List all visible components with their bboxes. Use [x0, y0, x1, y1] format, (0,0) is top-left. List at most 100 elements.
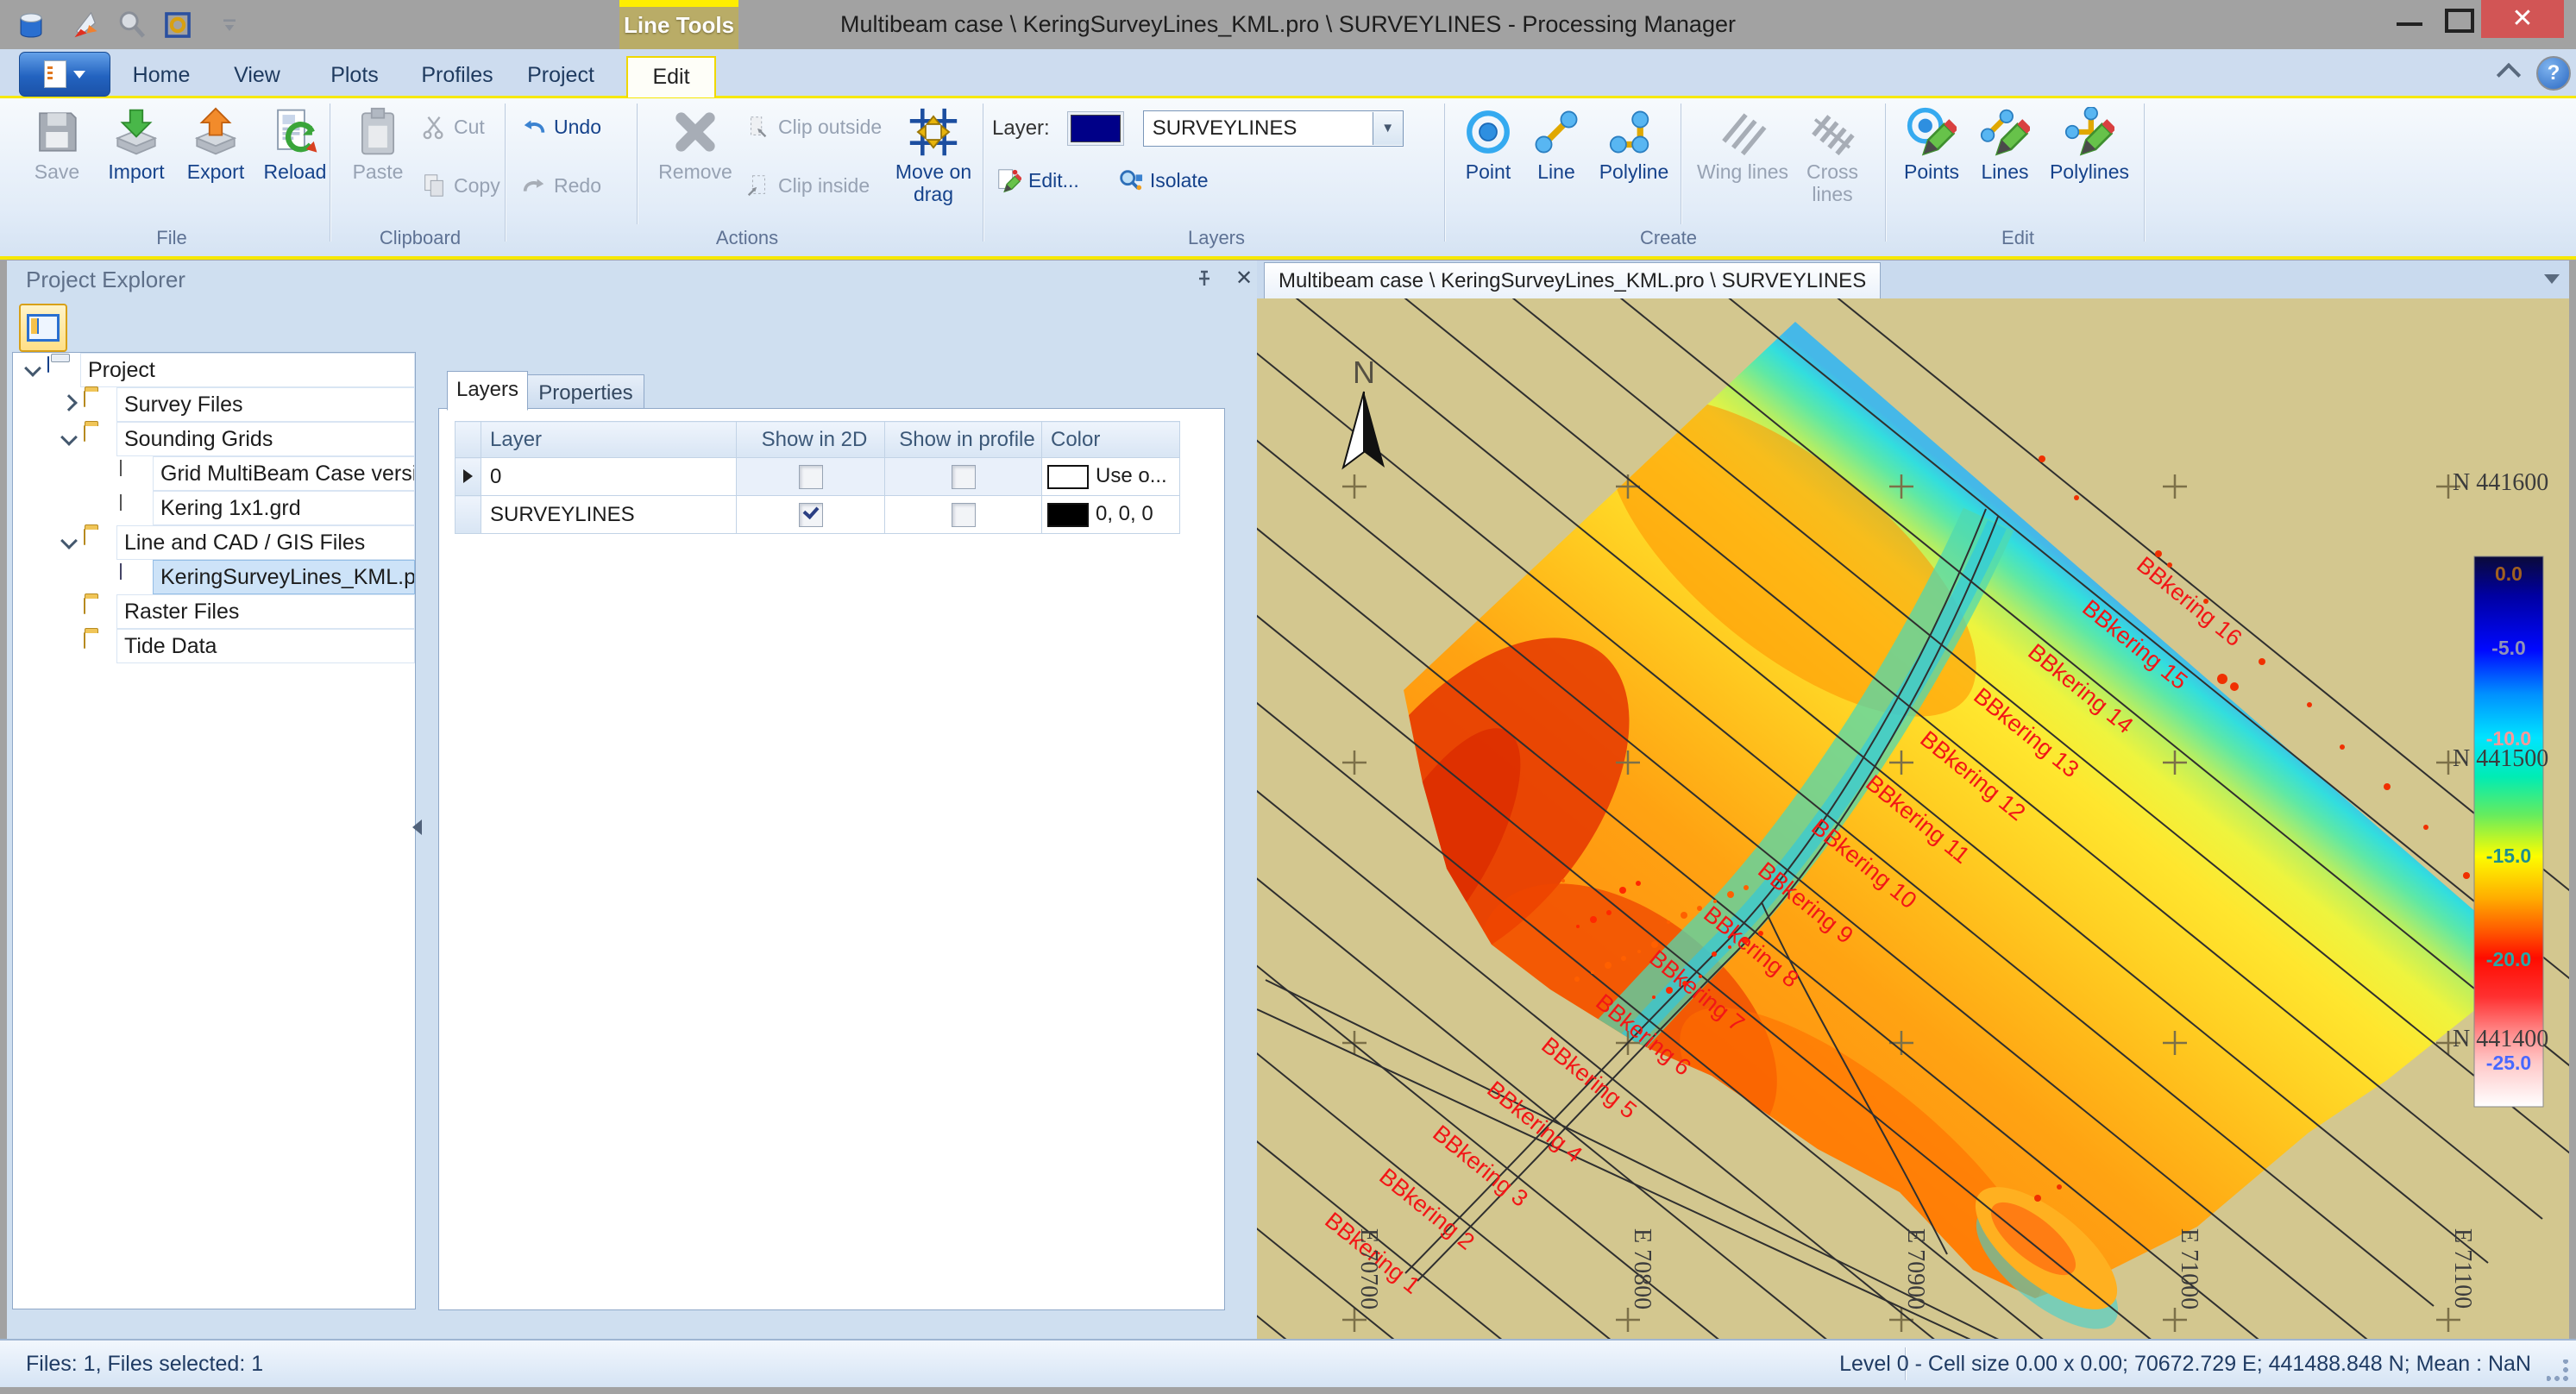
tree-expander-icon[interactable]: [18, 362, 47, 379]
show-in-profile-checkbox[interactable]: [952, 503, 976, 527]
show-in-profile-checkbox[interactable]: [952, 465, 976, 489]
row-selector[interactable]: [456, 458, 481, 496]
move-on-drag-button[interactable]: Move on drag: [889, 105, 978, 229]
tree-item-keringsurveylines-kml-pro[interactable]: KeringSurveyLines_KML.pro: [13, 560, 415, 594]
layer-combobox[interactable]: SURVEYLINES ▼: [1143, 110, 1404, 147]
row-selector[interactable]: [456, 496, 481, 534]
edit-points-button[interactable]: Points: [1894, 105, 1969, 229]
window-frame: [0, 1387, 2576, 1394]
color-cell[interactable]: Use o...: [1042, 458, 1180, 496]
tree-item-tide-data[interactable]: Tide Data: [13, 629, 415, 663]
panel-close-icon[interactable]: ✕: [1232, 266, 1256, 292]
redo-icon: [521, 173, 547, 198]
tree-item-project[interactable]: Project: [13, 353, 415, 387]
cross-lines-button[interactable]: Cross lines: [1793, 105, 1872, 229]
tab-plots[interactable]: Plots: [321, 56, 388, 96]
tree-item-grid-multibeam-case-version-8-[interactable]: Grid MultiBeam Case version 8....: [13, 456, 415, 491]
combobox-dropdown-icon[interactable]: ▼: [1373, 112, 1403, 145]
group-label-file: File: [17, 227, 326, 249]
collapse-ribbon-icon[interactable]: [2497, 63, 2521, 87]
cut-icon: [421, 114, 447, 140]
show-in-profile-cell[interactable]: [885, 458, 1042, 496]
tree-item-sounding-grids[interactable]: Sounding Grids: [13, 422, 415, 456]
layers-table[interactable]: LayerShow in 2DShow in profileColor 0 Use …: [455, 421, 1180, 534]
wing-lines-button[interactable]: Wing lines: [1693, 105, 1793, 229]
clip-outside-button[interactable]: Clip outside: [745, 112, 882, 141]
layer-edit-button[interactable]: Edit...: [996, 166, 1079, 195]
tree-item-line-and-cad-gis-files[interactable]: Line and CAD / GIS Files: [13, 525, 415, 560]
minimize-button[interactable]: [2386, 0, 2433, 40]
tree-expander-icon[interactable]: [54, 535, 84, 551]
remove-icon: [670, 107, 720, 157]
help-icon[interactable]: ?: [2536, 56, 2571, 91]
map-svg[interactable]: BBkering 1BBkering 2BBkering 3BBkering 4…: [1257, 298, 2569, 1339]
status-bar: Files: 1, Files selected: 1 Level 0 - Ce…: [0, 1339, 2576, 1389]
grid-icon: [120, 495, 149, 521]
column-header-show-in-profile[interactable]: Show in profile: [885, 422, 1042, 458]
tree-item-survey-files[interactable]: Survey Files: [13, 387, 415, 422]
map-panel: Multibeam case \ KeringSurveyLines_KML.p…: [1257, 261, 2569, 1339]
tree-expander-icon[interactable]: [54, 431, 84, 448]
create-point-button[interactable]: Point: [1454, 105, 1522, 229]
splitter-collapse-icon[interactable]: [412, 819, 422, 835]
layer-name-cell[interactable]: SURVEYLINES: [481, 496, 737, 534]
tree-item-raster-files[interactable]: Raster Files: [13, 594, 415, 629]
tab-properties[interactable]: Properties: [527, 374, 644, 411]
project-tree[interactable]: ProjectSurvey FilesSounding GridsGrid Mu…: [12, 352, 416, 1309]
tree-item-kering-1x1-grd[interactable]: Kering 1x1.grd: [13, 491, 415, 525]
tab-list-dropdown-icon[interactable]: [2544, 274, 2560, 284]
map-tab[interactable]: Multibeam case \ KeringSurveyLines_KML.p…: [1264, 262, 1881, 299]
cut-button[interactable]: Cut: [421, 112, 500, 141]
tab-profiles[interactable]: Profiles: [416, 56, 499, 96]
table-row[interactable]: SURVEYLINES 0, 0, 0: [456, 496, 1180, 534]
close-button[interactable]: ✕: [2481, 0, 2564, 38]
show-in-2d-cell[interactable]: [737, 496, 885, 534]
tab-home[interactable]: Home: [126, 56, 197, 96]
layer-name-cell[interactable]: 0: [481, 458, 737, 496]
export-button[interactable]: Export: [176, 105, 255, 229]
clip-inside-button[interactable]: Clip inside: [745, 171, 882, 200]
isolate-button[interactable]: Isolate: [1117, 166, 1209, 195]
paste-icon: [353, 107, 403, 157]
reload-button[interactable]: Reload: [255, 105, 335, 229]
group-divider: [983, 104, 984, 242]
show-in-2d-checkbox[interactable]: [799, 503, 823, 527]
tab-edit[interactable]: Edit: [626, 56, 716, 97]
tree-expander-icon[interactable]: [54, 397, 84, 413]
group-label-create: Create: [1454, 227, 1882, 249]
pin-icon[interactable]: [1192, 269, 1213, 290]
tab-layers[interactable]: Layers: [447, 371, 528, 411]
northing-label: N 441400: [2453, 1026, 2548, 1052]
save-button[interactable]: Save: [17, 105, 97, 229]
copy-button[interactable]: Copy: [421, 171, 500, 200]
group-label-edit: Edit: [1894, 227, 2141, 249]
show-in-2d-checkbox[interactable]: [799, 465, 823, 489]
copy-icon: [421, 173, 447, 198]
app-menu-button[interactable]: [19, 52, 110, 97]
tree-item-label: Kering 1x1.grd: [153, 491, 415, 525]
edit-polylines-button[interactable]: Polylines: [2041, 105, 2138, 229]
table-row[interactable]: 0 Use o...: [456, 458, 1180, 496]
edit-lines-button[interactable]: Lines: [1969, 105, 2041, 229]
show-in-profile-cell[interactable]: [885, 496, 1042, 534]
import-button[interactable]: Import: [97, 105, 176, 229]
resize-grip[interactable]: [2547, 1359, 2569, 1382]
layer-color-swatch[interactable]: [1071, 115, 1121, 142]
remove-button[interactable]: Remove: [650, 105, 740, 229]
create-polyline-button[interactable]: Polyline: [1591, 105, 1677, 229]
column-header-show-in-2d[interactable]: Show in 2D: [737, 422, 885, 458]
column-header-layer[interactable]: Layer: [481, 422, 737, 458]
redo-button[interactable]: Redo: [521, 171, 601, 200]
tab-project[interactable]: Project: [519, 56, 602, 96]
explorer-toolbar-button[interactable]: [19, 304, 67, 352]
tree-item-label: KeringSurveyLines_KML.pro: [153, 560, 415, 594]
show-in-2d-cell[interactable]: [737, 458, 885, 496]
paste-button[interactable]: Paste: [338, 105, 418, 229]
column-header-color[interactable]: Color: [1042, 422, 1180, 458]
create-line-button[interactable]: Line: [1522, 105, 1591, 229]
map-canvas[interactable]: BBkering 1BBkering 2BBkering 3BBkering 4…: [1257, 298, 2569, 1339]
maximize-button[interactable]: [2436, 0, 2483, 40]
undo-button[interactable]: Undo: [521, 112, 601, 141]
tab-view[interactable]: View: [223, 56, 292, 96]
color-cell[interactable]: 0, 0, 0: [1042, 496, 1180, 534]
